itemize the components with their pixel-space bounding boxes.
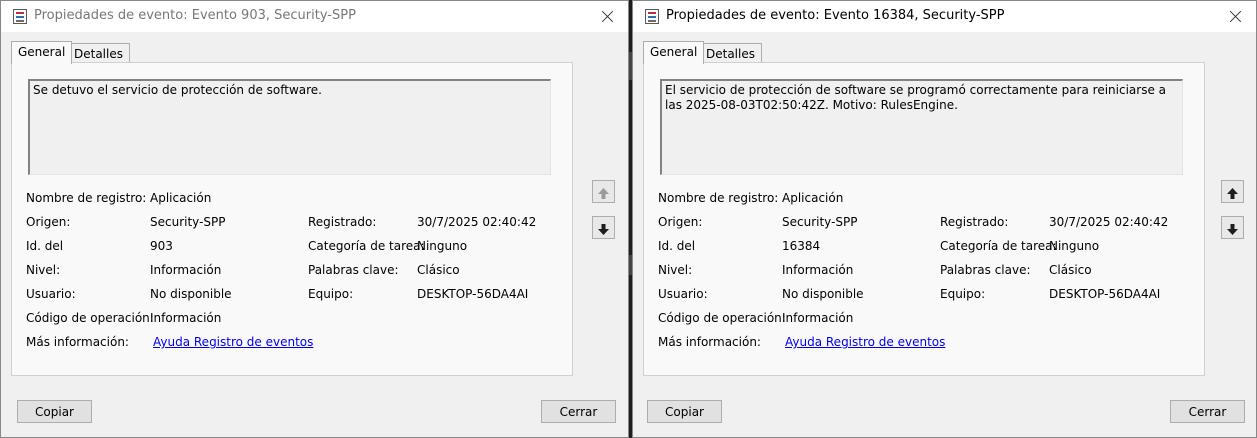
- source-label: Origen:: [26, 215, 71, 229]
- title-bar[interactable]: Propiedades de evento: Evento 903, Secur…: [1, 1, 628, 32]
- close-button[interactable]: Cerrar: [541, 400, 616, 423]
- event-id-value: 16384: [782, 239, 821, 253]
- keywords-value: Clásico: [1049, 263, 1092, 277]
- title-bar[interactable]: Propiedades de evento: Evento 16384, Sec…: [633, 1, 1256, 32]
- previous-event-button[interactable]: [1221, 180, 1244, 203]
- source-value: Security-SPP: [782, 215, 858, 229]
- general-panel: El servicio de protección de software se…: [643, 62, 1205, 376]
- arrow-down-icon: [598, 223, 609, 235]
- close-window-button[interactable]: [1216, 1, 1256, 32]
- user-label: Usuario:: [26, 287, 76, 301]
- close-window-button[interactable]: [588, 1, 628, 32]
- task-category-label: Categoría de tarea:: [940, 239, 1057, 253]
- close-icon: [1230, 10, 1242, 22]
- level-value: Información: [782, 263, 854, 277]
- tab-general[interactable]: General: [11, 41, 73, 64]
- copy-button[interactable]: Copiar: [17, 400, 92, 423]
- opcode-label: Código de operación:: [658, 311, 786, 325]
- event-id-label: Id. del: [26, 239, 64, 253]
- log-name-value: Aplicación: [150, 191, 212, 205]
- task-category-label: Categoría de tarea:: [308, 239, 425, 253]
- user-value: No disponible: [782, 287, 864, 301]
- event-id-label: Id. del: [658, 239, 696, 253]
- event-description[interactable]: El servicio de protección de software se…: [660, 79, 1183, 175]
- tab-details[interactable]: Detalles: [699, 43, 762, 64]
- logged-value: 30/7/2025 02:40:42: [417, 215, 537, 229]
- keywords-label: Palabras clave:: [940, 263, 1031, 277]
- computer-value: DESKTOP-56DA4AI: [417, 287, 529, 301]
- logged-label: Registrado:: [308, 215, 377, 229]
- more-info-label: Más información:: [26, 335, 129, 349]
- event-properties-window-903: Propiedades de evento: Evento 903, Secur…: [0, 0, 629, 438]
- opcode-label: Código de operación:: [26, 311, 154, 325]
- next-event-button[interactable]: [592, 216, 615, 239]
- source-value: Security-SPP: [150, 215, 226, 229]
- window-title: Propiedades de evento: Evento 903, Secur…: [34, 8, 356, 23]
- keywords-value: Clásico: [417, 263, 460, 277]
- source-label: Origen:: [658, 215, 703, 229]
- user-label: Usuario:: [658, 287, 708, 301]
- keywords-label: Palabras clave:: [308, 263, 399, 277]
- level-label: Nivel:: [26, 263, 61, 277]
- next-event-button[interactable]: [1221, 216, 1244, 239]
- general-panel: Se detuvo el servicio de protección de s…: [11, 62, 573, 376]
- more-info-label: Más información:: [658, 335, 761, 349]
- event-properties-window-16384: Propiedades de evento: Evento 16384, Sec…: [632, 0, 1257, 438]
- level-value: Información: [150, 263, 222, 277]
- opcode-value: Información: [150, 311, 222, 325]
- event-log-help-link[interactable]: Ayuda Registro de eventos: [153, 335, 313, 349]
- tab-general[interactable]: General: [643, 41, 705, 64]
- computer-value: DESKTOP-56DA4AI: [1049, 287, 1161, 301]
- user-value: No disponible: [150, 287, 232, 301]
- arrow-up-icon: [598, 187, 609, 199]
- event-description[interactable]: Se detuvo el servicio de protección de s…: [28, 79, 551, 175]
- tab-details[interactable]: Detalles: [67, 43, 130, 64]
- computer-label: Equipo:: [308, 287, 354, 301]
- previous-event-button[interactable]: [592, 180, 615, 203]
- task-category-value: Ninguno: [417, 239, 468, 253]
- logged-label: Registrado:: [940, 215, 1009, 229]
- level-label: Nivel:: [658, 263, 693, 277]
- event-id-value: 903: [150, 239, 173, 253]
- logged-value: 30/7/2025 02:40:42: [1049, 215, 1169, 229]
- arrow-down-icon: [1227, 223, 1238, 235]
- window-title: Propiedades de evento: Evento 16384, Sec…: [666, 8, 1005, 23]
- log-name-label: Nombre de registro:: [658, 191, 779, 205]
- event-log-help-link[interactable]: Ayuda Registro de eventos: [785, 335, 945, 349]
- copy-button[interactable]: Copiar: [647, 400, 722, 423]
- log-name-label: Nombre de registro:: [26, 191, 147, 205]
- event-properties-icon: [645, 9, 659, 24]
- task-category-value: Ninguno: [1049, 239, 1100, 253]
- opcode-value: Información: [782, 311, 854, 325]
- event-properties-icon: [13, 9, 27, 24]
- close-icon: [602, 10, 614, 22]
- close-button[interactable]: Cerrar: [1170, 400, 1245, 423]
- log-name-value: Aplicación: [782, 191, 844, 205]
- arrow-up-icon: [1227, 187, 1238, 199]
- computer-label: Equipo:: [940, 287, 986, 301]
